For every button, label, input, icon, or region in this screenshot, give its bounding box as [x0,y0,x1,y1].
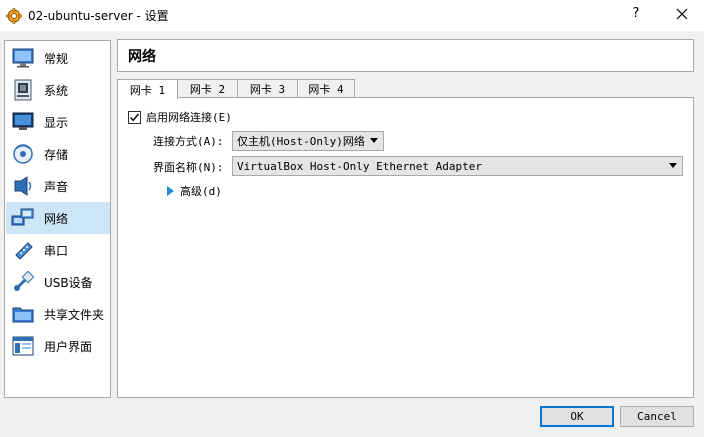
sidebar-item-label: 用户界面 [44,339,93,354]
attached-to-label: 连接方式(A): [153,135,224,148]
expand-arrow-icon [167,186,174,196]
enable-adapter-row[interactable]: 启用网络连接(E) [128,109,232,125]
sidebar-item-serial-port[interactable]: 串口 [6,234,110,266]
sidebar-item-label: 串口 [44,243,69,258]
sidebar-item-storage[interactable]: 存储 [6,138,110,170]
tab-adapter-2[interactable]: 网卡 2 [177,79,238,98]
advanced-expander[interactable]: 高级(d) [167,183,222,199]
sidebar-item-label: 存储 [44,147,69,162]
checkmark-icon [129,113,140,121]
sidebar-item-label: 共享文件夹 [44,307,105,322]
adapter-panel: 启用网络连接(E) 连接方式(A): 仅主机(Host-Only)网络 界面名称… [117,97,694,398]
sidebar-item-label: 显示 [44,115,69,130]
adapter-tabs: 网卡 1 网卡 2 网卡 3 网卡 4 [117,79,355,99]
cancel-button[interactable]: Cancel [620,406,694,427]
enable-adapter-label: 启用网络连接(E) [146,111,232,124]
adapter-name-select[interactable]: VirtualBox Host-Only Ethernet Adapter [232,156,683,176]
adapter-name-label: 界面名称(N): [153,161,224,174]
enable-adapter-checkbox[interactable] [128,110,141,124]
close-button[interactable] [672,4,692,24]
attached-to-select[interactable]: 仅主机(Host-Only)网络 [232,131,384,151]
sidebar-item-label: USB设备 [44,275,93,290]
general-icon [11,46,35,70]
help-button[interactable]: ? [628,6,644,24]
storage-icon [11,142,35,166]
sidebar-item-usb[interactable]: USB设备 [6,266,110,298]
sidebar-item-network[interactable]: 网络 [6,202,110,234]
tab-adapter-1[interactable]: 网卡 1 [117,79,178,99]
chevron-down-icon [669,163,677,168]
ok-button[interactable]: OK [540,406,614,427]
user-interface-icon [11,334,35,358]
sidebar-item-label: 声音 [44,179,69,194]
sidebar-item-label: 网络 [44,211,69,226]
advanced-label: 高级(d) [180,185,222,198]
display-icon [11,110,35,134]
sidebar-item-system[interactable]: 系统 [6,74,110,106]
sidebar-item-general[interactable]: 常规 [6,42,110,74]
network-icon [11,206,35,230]
tab-adapter-3[interactable]: 网卡 3 [237,79,298,98]
shared-folder-icon [11,302,35,326]
sidebar-item-user-interface[interactable]: 用户界面 [6,330,110,362]
sidebar-item-label: 常规 [44,51,69,66]
audio-icon [11,174,35,198]
sidebar-item-display[interactable]: 显示 [6,106,110,138]
serial-port-icon [11,238,35,262]
section-title: 网络 [117,39,694,72]
tab-adapter-4[interactable]: 网卡 4 [297,79,355,98]
close-icon [676,8,688,20]
attached-to-value: 仅主机(Host-Only)网络 [237,135,365,148]
title-bar: 02-ubuntu-server - 设置 ? [0,0,704,31]
sidebar-item-audio[interactable]: 声音 [6,170,110,202]
usb-icon [11,270,35,294]
virtualbox-settings-icon [6,7,22,24]
sidebar-item-shared-folders[interactable]: 共享文件夹 [6,298,110,330]
sidebar-item-label: 系统 [44,83,69,98]
system-icon [11,78,35,102]
adapter-name-value: VirtualBox Host-Only Ethernet Adapter [237,159,483,173]
settings-sidebar: 常规 系统 显示 存储 声音 网络 串口 USB设备 共享文件夹 用户界面 [4,40,111,398]
window-title: 02-ubuntu-server - 设置 [28,9,169,23]
chevron-down-icon [370,138,378,143]
